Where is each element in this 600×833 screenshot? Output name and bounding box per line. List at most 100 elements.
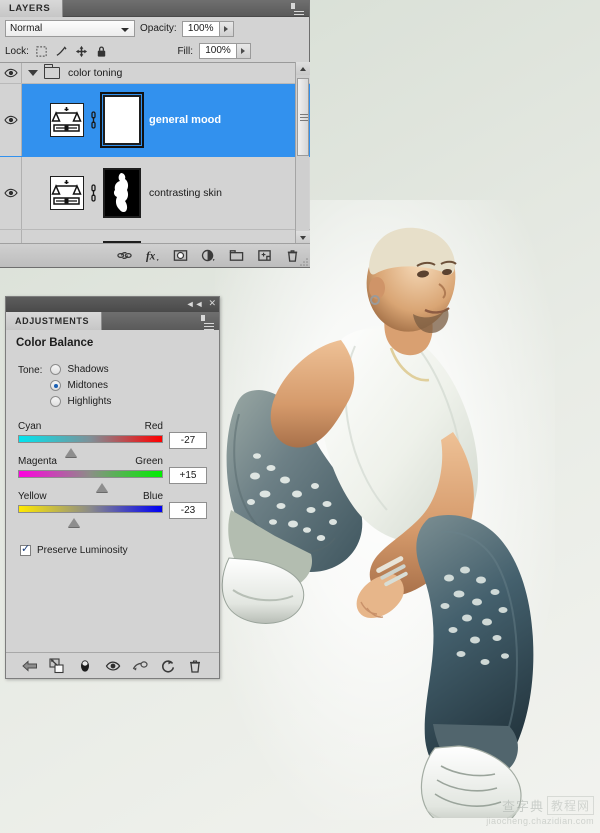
new-layer-icon[interactable]	[257, 248, 272, 263]
blend-mode-row: Normal Opacity: 100%	[0, 17, 309, 40]
adjustments-tabbar: ADJUSTMENTS	[6, 312, 219, 330]
slider-value-input[interactable]: +15	[169, 467, 207, 484]
watermark-cn-secondary: 教程网	[546, 796, 594, 815]
blend-mode-select[interactable]: Normal	[5, 20, 135, 37]
watermark: 查字典 教程网 jiaocheng.chazidian.com	[444, 796, 594, 828]
mask-figure-shape	[113, 173, 129, 213]
radio-highlights[interactable]: Highlights	[50, 396, 111, 407]
clip-to-layer-icon[interactable]	[49, 657, 65, 674]
fill-input[interactable]: 100%	[199, 43, 237, 59]
layer-visibility-toggle[interactable]	[0, 63, 22, 83]
adjustments-toolbar	[6, 652, 219, 678]
radio-shadows[interactable]: Shadows	[50, 364, 111, 375]
add-layer-style-icon[interactable]: fx	[145, 248, 160, 263]
return-to-adjustment-list-icon[interactable]	[22, 658, 38, 674]
layer-mask-thumbnail[interactable]	[103, 168, 141, 218]
opacity-label: Opacity:	[140, 23, 177, 34]
slider-yellow-blue: Yellow Blue -23	[18, 491, 207, 527]
adjustments-body: Color Balance Tone: Shadows Midtones Hig…	[6, 330, 219, 678]
layer-list[interactable]: color toning general mood contrasting sk…	[0, 62, 310, 244]
layer-row[interactable]: general mood	[0, 84, 310, 157]
slider-value-input[interactable]: -23	[169, 502, 207, 519]
adjustments-titlebar: ◄◄ ✕	[6, 297, 219, 312]
scroll-up-arrow[interactable]	[296, 62, 310, 75]
blend-mode-value: Normal	[10, 23, 43, 34]
preserve-luminosity-label: Preserve Luminosity	[37, 545, 128, 556]
layer-mask-thumbnail[interactable]	[100, 92, 144, 148]
opacity-input[interactable]: 100%	[181, 20, 220, 37]
color-balance-icon[interactable]	[50, 103, 84, 137]
toggle-mask-icon[interactable]	[77, 658, 93, 674]
link-layers-icon[interactable]	[117, 248, 132, 263]
radio-midtones[interactable]: Midtones	[50, 380, 111, 391]
preserve-luminosity-row[interactable]: Preserve Luminosity	[20, 543, 219, 556]
layer-visibility-toggle[interactable]	[0, 230, 22, 244]
new-group-icon[interactable]	[229, 248, 244, 263]
slider-thumb[interactable]	[68, 518, 80, 527]
layer-visibility-toggle[interactable]	[0, 84, 22, 156]
resize-grip-icon[interactable]	[300, 257, 309, 266]
link-mask-icon[interactable]	[89, 111, 98, 129]
lock-image-pixels-icon[interactable]	[55, 45, 68, 58]
slider-track[interactable]	[18, 435, 163, 443]
tone-selector: Tone: Shadows Midtones Highlights	[18, 364, 219, 407]
lock-transparent-pixels-icon[interactable]	[35, 45, 48, 58]
preview-eye-icon[interactable]	[105, 658, 121, 674]
slider-track[interactable]	[18, 470, 163, 478]
slider-right-label: Green	[135, 456, 163, 467]
slider-track[interactable]	[18, 505, 163, 513]
layer-name: color toning	[68, 67, 123, 79]
watermark-cn-primary: 查字典	[501, 800, 544, 815]
eye-icon	[3, 188, 18, 198]
radio-button-icon	[50, 364, 62, 375]
color-balance-icon[interactable]	[50, 176, 84, 210]
layer-name: general mood	[149, 114, 222, 126]
lock-all-icon[interactable]	[95, 45, 108, 58]
panel-menu-icon[interactable]	[291, 3, 305, 18]
tab-layers[interactable]: LAYERS	[0, 0, 64, 17]
svg-text:fx: fx	[146, 251, 156, 263]
reset-icon[interactable]	[160, 658, 176, 674]
layer-name: contrasting skin	[149, 187, 222, 199]
layers-panel: LAYERS Normal Opacity: 100% Lock: Fill: …	[0, 0, 310, 268]
layers-panel-toolbar: fx	[0, 243, 310, 267]
clipping-mask-icon[interactable]	[132, 658, 148, 674]
tab-adjustments[interactable]: ADJUSTMENTS	[6, 312, 103, 330]
close-icon[interactable]: ✕	[208, 298, 216, 309]
scrollbar-thumb[interactable]	[297, 78, 309, 156]
layer-row[interactable]	[0, 230, 310, 244]
opacity-stepper[interactable]	[219, 20, 234, 37]
layer-row[interactable]: contrasting skin	[0, 157, 310, 230]
collapse-icon[interactable]: ◄◄	[186, 299, 204, 309]
fill-stepper[interactable]	[237, 43, 251, 59]
panel-menu-icon[interactable]	[201, 315, 215, 330]
group-disclosure-triangle[interactable]	[28, 70, 38, 76]
dancer-photo	[221, 227, 534, 818]
link-mask-icon[interactable]	[89, 184, 98, 202]
lock-row: Lock: Fill: 100%	[0, 40, 309, 62]
add-layer-mask-icon[interactable]	[173, 248, 188, 263]
fill-label: Fill:	[177, 45, 193, 57]
slider-left-label: Magenta	[18, 456, 57, 467]
tone-label: Tone:	[18, 365, 43, 376]
folder-icon	[44, 64, 60, 79]
eye-icon	[3, 115, 18, 125]
layer-visibility-toggle[interactable]	[0, 157, 22, 229]
lock-label: Lock:	[5, 45, 29, 57]
slider-right-label: Blue	[142, 491, 163, 502]
radio-button-icon	[50, 380, 62, 391]
delete-layer-icon[interactable]	[285, 248, 300, 263]
radio-label: Shadows	[67, 364, 109, 375]
adjustments-panel: ◄◄ ✕ ADJUSTMENTS Color Balance Tone: Sha…	[5, 296, 220, 679]
slider-value-input[interactable]: -27	[169, 432, 207, 449]
new-adjustment-layer-icon[interactable]	[201, 248, 216, 263]
preserve-luminosity-checkbox[interactable]	[20, 543, 31, 556]
radio-label: Highlights	[67, 396, 112, 407]
layer-row[interactable]: color toning	[0, 63, 310, 84]
layers-scrollbar[interactable]	[295, 62, 310, 244]
lock-position-icon[interactable]	[75, 45, 88, 58]
delete-icon[interactable]	[187, 658, 203, 674]
slider-magenta-green: Magenta Green +15	[18, 456, 207, 492]
chevron-down-icon	[121, 28, 129, 32]
slider-right-label: Red	[144, 421, 163, 432]
